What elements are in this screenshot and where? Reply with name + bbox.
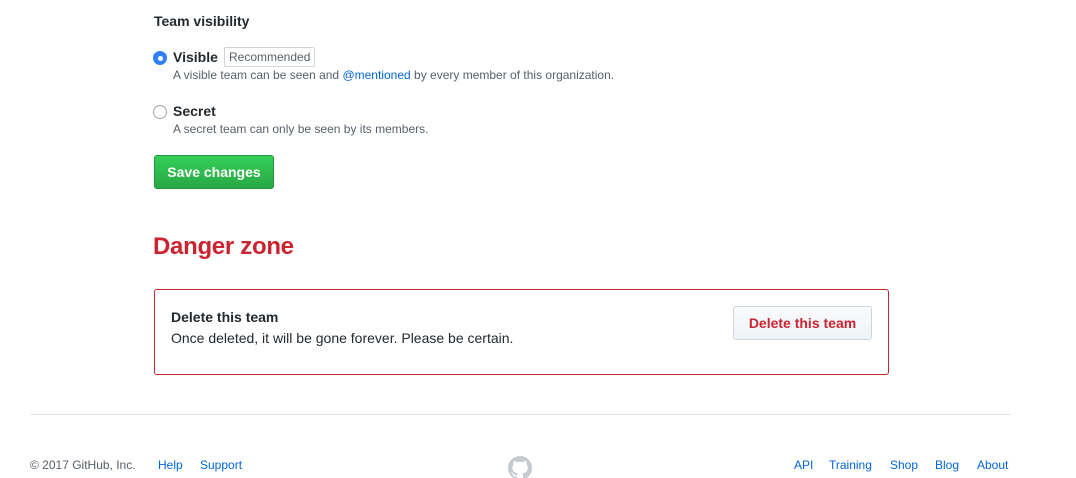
visible-description-end: by every member of this organization. — [410, 68, 615, 82]
save-changes-button[interactable]: Save changes — [154, 155, 274, 189]
footer-link-training[interactable]: Training — [829, 458, 872, 472]
visible-label[interactable]: Visible — [173, 49, 218, 65]
delete-team-description: Once deleted, it will be gone forever. P… — [171, 330, 514, 346]
delete-team-button[interactable]: Delete this team — [733, 306, 872, 340]
secret-label[interactable]: Secret — [173, 103, 216, 119]
team-visibility-heading: Team visibility — [154, 13, 250, 29]
footer-link-support[interactable]: Support — [200, 458, 242, 472]
secret-radio[interactable] — [153, 105, 167, 119]
footer-link-blog[interactable]: Blog — [935, 458, 959, 472]
github-mark-icon[interactable] — [508, 456, 532, 478]
visible-radio[interactable] — [153, 51, 167, 65]
visible-description-start: A visible team can be seen and — [173, 68, 343, 82]
site-footer: © 2017 GitHub, Inc. Help Support API Tra… — [30, 456, 1011, 478]
footer-link-about[interactable]: About — [977, 458, 1008, 472]
footer-link-api[interactable]: API — [794, 458, 813, 472]
danger-zone-box: Delete this team Once deleted, it will b… — [154, 289, 889, 375]
mentioned-link[interactable]: @mentioned — [342, 68, 410, 82]
footer-copyright: © 2017 GitHub, Inc. — [30, 458, 136, 472]
footer-divider — [30, 414, 1011, 415]
recommended-badge: Recommended — [224, 47, 316, 67]
visible-description: A visible team can be seen and @mentione… — [173, 68, 614, 82]
team-settings-page: Team visibility Visible Recommended A vi… — [0, 0, 1076, 478]
delete-team-title: Delete this team — [171, 309, 279, 325]
footer-link-shop[interactable]: Shop — [890, 458, 918, 472]
footer-link-help[interactable]: Help — [158, 458, 183, 472]
secret-description: A secret team can only be seen by its me… — [173, 122, 429, 136]
danger-zone-heading: Danger zone — [153, 233, 294, 260]
